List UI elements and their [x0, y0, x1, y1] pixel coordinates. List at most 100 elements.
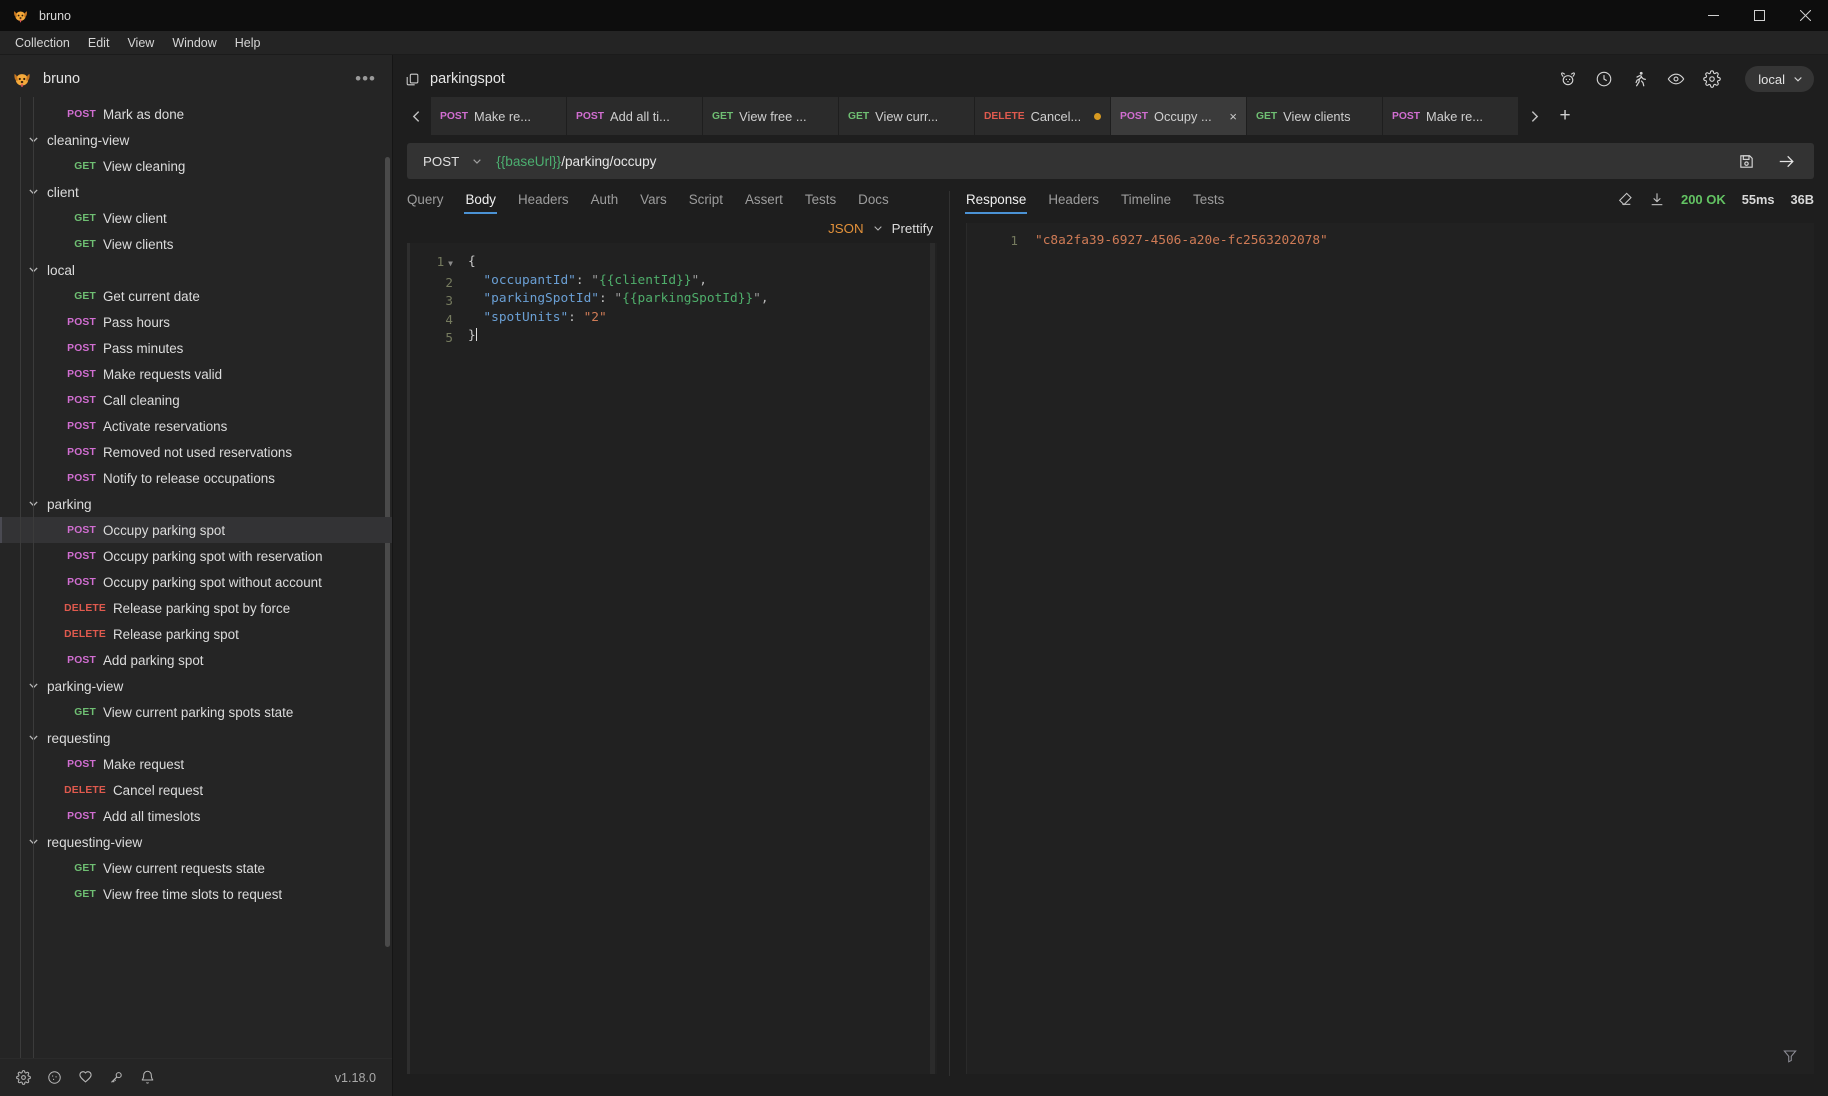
url-input[interactable]: {{baseUrl}}/parking/occupy [496, 154, 656, 169]
gear-icon[interactable] [16, 1070, 31, 1085]
sidebar-request-item[interactable]: POST Occupy parking spot with reservation [0, 543, 392, 569]
open-tab[interactable]: GET View clients [1247, 97, 1383, 135]
sidebar-request-item[interactable]: POST Removed not used reservations [0, 439, 392, 465]
sidebar-request-item[interactable]: DELETE Release parking spot by force [0, 595, 392, 621]
bruno-dog-icon[interactable] [1559, 70, 1577, 88]
sidebar-request-item[interactable]: POST Occupy parking spot [0, 517, 392, 543]
sidebar-folder-cleaning-view[interactable]: cleaning-view [0, 127, 392, 153]
chevron-down-icon[interactable] [28, 264, 41, 277]
runner-icon[interactable] [1631, 70, 1649, 88]
close-tab-button[interactable]: × [1229, 109, 1237, 124]
pane-divider[interactable] [949, 191, 950, 1076]
chevron-down-icon[interactable] [28, 186, 41, 199]
minimize-button[interactable] [1690, 0, 1736, 31]
sidebar-request-item[interactable]: DELETE Release parking spot [0, 621, 392, 647]
request-tab-script[interactable]: Script [689, 184, 723, 214]
sidebar-request-item[interactable]: GET View client [0, 205, 392, 231]
cookie-icon[interactable] [47, 1070, 62, 1085]
save-floppy-icon[interactable] [1738, 153, 1755, 170]
response-tab-headers[interactable]: Headers [1048, 184, 1099, 214]
chevron-down-icon[interactable] [28, 498, 41, 511]
editor-code[interactable]: { "occupantId": "{{clientId}}", "parking… [462, 243, 937, 1074]
prettify-button[interactable]: Prettify [892, 221, 933, 236]
request-tab-vars[interactable]: Vars [640, 184, 667, 214]
collection-menu-button[interactable]: ••• [355, 69, 380, 89]
sidebar-request-item[interactable]: GET View cleaning [0, 153, 392, 179]
response-tab-tests[interactable]: Tests [1193, 184, 1224, 214]
menu-collection[interactable]: Collection [7, 33, 78, 53]
url-bar[interactable]: POST {{baseUrl}}/parking/occupy [407, 143, 1814, 179]
open-tab[interactable]: POST Make re... [431, 97, 567, 135]
sidebar-request-item[interactable]: DELETE Cancel request [0, 777, 392, 803]
sidebar-folder-requesting[interactable]: requesting [0, 725, 392, 751]
sidebar-request-item[interactable]: GET View clients [0, 231, 392, 257]
download-icon[interactable] [1649, 191, 1665, 207]
sidebar-request-item[interactable]: POST Call cleaning [0, 387, 392, 413]
menu-window[interactable]: Window [164, 33, 224, 53]
collection-header[interactable]: bruno ••• [0, 61, 392, 97]
sidebar-folder-requesting-view[interactable]: requesting-view [0, 829, 392, 855]
sidebar-request-item[interactable]: GET View free time slots to request [0, 881, 392, 907]
key-icon[interactable] [109, 1070, 124, 1085]
response-tab-response[interactable]: Response [964, 184, 1028, 214]
heart-icon[interactable] [78, 1070, 93, 1085]
sidebar-folder-parking-view[interactable]: parking-view [0, 673, 392, 699]
open-tab-active[interactable]: POST Occupy ... × [1111, 97, 1247, 135]
sidebar-request-item[interactable]: POST Notify to release occupations [0, 465, 392, 491]
sidebar-request-item[interactable]: POST Add parking spot [0, 647, 392, 673]
open-tab[interactable]: POST Make re... [1383, 97, 1519, 135]
sidebar-folder-local[interactable]: local [0, 257, 392, 283]
chevron-down-icon[interactable] [28, 134, 41, 147]
http-method-label[interactable]: POST [423, 154, 459, 169]
history-clock-icon[interactable] [1595, 70, 1613, 88]
menu-help[interactable]: Help [227, 33, 269, 53]
menu-view[interactable]: View [119, 33, 162, 53]
maximize-button[interactable] [1736, 0, 1782, 31]
open-tab[interactable]: GET View free ... [703, 97, 839, 135]
bell-icon[interactable] [140, 1070, 155, 1085]
editor-scrollbar[interactable] [930, 243, 935, 1074]
chevron-down-icon[interactable] [873, 223, 883, 233]
tabs-scroll-right-button[interactable] [1519, 97, 1549, 135]
request-tab-docs[interactable]: Docs [858, 184, 889, 214]
gear-icon[interactable] [1703, 70, 1721, 88]
open-tab[interactable]: POST Add all ti... [567, 97, 703, 135]
response-tab-timeline[interactable]: Timeline [1121, 184, 1171, 214]
sidebar-request-item[interactable]: POST Occupy parking spot without account [0, 569, 392, 595]
sidebar-folder-parking[interactable]: parking [0, 491, 392, 517]
chevron-down-icon[interactable] [472, 156, 482, 166]
sidebar-request-item[interactable]: GET View current parking spots state [0, 699, 392, 725]
environment-selector[interactable]: local [1745, 66, 1814, 92]
sidebar-request-item[interactable]: GET View current requests state [0, 855, 392, 881]
request-tab-body[interactable]: Body [464, 184, 497, 214]
request-tab-headers[interactable]: Headers [518, 184, 569, 214]
send-arrow-icon[interactable] [1777, 152, 1796, 171]
menu-edit[interactable]: Edit [80, 33, 118, 53]
tabs-scroll-left-button[interactable] [401, 97, 431, 135]
chevron-down-icon[interactable] [28, 836, 41, 849]
new-tab-button[interactable]: + [1549, 97, 1581, 135]
close-button[interactable] [1782, 0, 1828, 31]
chevron-down-icon[interactable] [28, 680, 41, 693]
sidebar-request-item[interactable]: POST Pass minutes [0, 335, 392, 361]
request-body-editor[interactable]: 1 ▼ 2 3 4 5 { "occupantId": "{{clientId}}", "… [407, 243, 937, 1074]
sidebar-request-item[interactable]: POST Activate reservations [0, 413, 392, 439]
request-tab-tests[interactable]: Tests [805, 184, 836, 214]
sidebar-request-item[interactable]: POST Add all timeslots [0, 803, 392, 829]
eraser-icon[interactable] [1617, 191, 1633, 207]
eye-icon[interactable] [1667, 70, 1685, 88]
filter-funnel-icon[interactable] [1782, 1048, 1798, 1064]
response-body[interactable]: 1 "c8a2fa39-6927-4506-a20e-fc2563202078" [966, 223, 1814, 1074]
sidebar-request-item[interactable]: POST Mark as done [0, 101, 392, 127]
request-tab-query[interactable]: Query [407, 184, 443, 214]
fold-arrow-icon[interactable]: ▼ [448, 259, 453, 268]
sidebar-request-item[interactable]: POST Pass hours [0, 309, 392, 335]
sidebar-request-item[interactable]: GET Get current date [0, 283, 392, 309]
request-tab-assert[interactable]: Assert [745, 184, 783, 214]
request-tab-auth[interactable]: Auth [591, 184, 619, 214]
body-format-label[interactable]: JSON [828, 221, 863, 236]
open-tab[interactable]: GET View curr... [839, 97, 975, 135]
open-tab[interactable]: DELETE Cancel... [975, 97, 1111, 135]
sidebar-folder-client[interactable]: client [0, 179, 392, 205]
sidebar-request-item[interactable]: POST Make request [0, 751, 392, 777]
